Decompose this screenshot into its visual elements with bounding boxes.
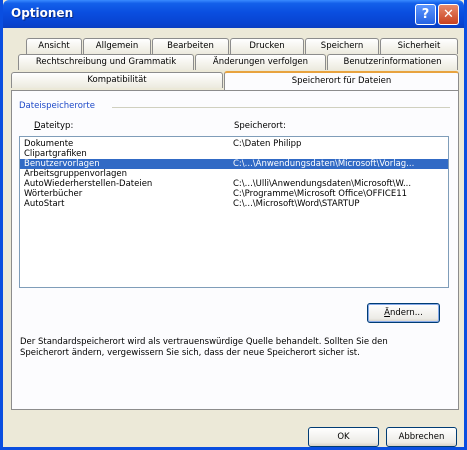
trust-hint-text: Der Standardspeicherort wird als vertrau… — [20, 337, 388, 358]
tab-bearbeiten[interactable]: Bearbeiten — [152, 38, 229, 54]
title-bar[interactable]: Optionen ? ✕ — [3, 0, 464, 28]
tab-speichern[interactable]: Speichern — [305, 38, 379, 54]
column-header-location: Speicherort: — [234, 121, 286, 131]
item-type: AutoWiederherstellen-Dateien — [24, 179, 153, 189]
column-header-type: Dateityp: — [34, 121, 74, 131]
item-type: Benutzervorlagen — [24, 159, 100, 169]
ok-button[interactable]: OK — [308, 427, 379, 447]
group-label: Dateispeicherorte — [19, 101, 95, 111]
tab-kompatibilitaet[interactable]: Kompatibilität — [11, 72, 223, 88]
tab-benutzerinformationen[interactable]: Benutzerinformationen — [327, 54, 458, 70]
list-item[interactable]: Dokumente C:\Daten Philipp — [20, 139, 448, 149]
file-locations-list[interactable]: Dokumente C:\Daten Philipp Clipartgrafik… — [19, 136, 449, 288]
item-type: Dokumente — [24, 139, 74, 149]
window-title: Optionen — [11, 6, 74, 20]
tab-panel: Dateispeicherorte Dateityp: Speicherort:… — [11, 90, 459, 410]
item-location: C:\Daten Philipp — [233, 139, 302, 149]
list-item[interactable]: Arbeitsgruppenvorlagen — [20, 169, 448, 179]
list-item[interactable]: Wörterbücher C:\Programme\Microsoft Offi… — [20, 189, 448, 199]
list-item[interactable]: AutoStart C:\...\Microsoft\Word\STARTUP — [20, 199, 448, 209]
cancel-button[interactable]: Abbrechen — [386, 427, 457, 447]
item-type: AutoStart — [24, 199, 65, 209]
change-button-label: ndern... — [389, 308, 423, 318]
tab-allgemein[interactable]: Allgemein — [83, 38, 151, 54]
tab-rechtschreibung[interactable]: Rechtschreibung und Grammatik — [18, 54, 194, 70]
item-type: Arbeitsgruppenvorlagen — [24, 169, 128, 179]
item-type: Wörterbücher — [24, 189, 83, 199]
tab-aenderungen-verfolgen[interactable]: Änderungen verfolgen — [195, 54, 326, 70]
change-button[interactable]: Ändern... — [367, 303, 440, 323]
tab-drucken[interactable]: Drucken — [230, 38, 304, 54]
tab-ansicht[interactable]: Ansicht — [26, 38, 82, 54]
tab-speicherort-fuer-dateien[interactable]: Speicherort für Dateien — [224, 71, 459, 91]
tab-sicherheit[interactable]: Sicherheit — [380, 38, 458, 54]
item-location: C:\...\Microsoft\Word\STARTUP — [233, 199, 360, 209]
list-item[interactable]: Clipartgrafiken — [20, 149, 448, 159]
options-dialog: Optionen ? ✕ Ansicht Allgemein Bearbeite… — [0, 0, 467, 450]
item-type: Clipartgrafiken — [24, 149, 87, 159]
list-item[interactable]: AutoWiederherstellen-Dateien C:\...\Ulli… — [20, 179, 448, 189]
item-location: C:\...\Ulli\Anwendungsdaten\Microsoft\W.… — [233, 179, 412, 189]
group-divider — [112, 107, 450, 108]
item-location: C:\...\Anwendungsdaten\Microsoft\Vorlag.… — [233, 159, 415, 169]
item-location: C:\Programme\Microsoft Office\OFFICE11 — [233, 189, 408, 199]
close-button[interactable]: ✕ — [438, 4, 459, 25]
help-button[interactable]: ? — [415, 4, 436, 25]
list-item-selected[interactable]: Benutzervorlagen C:\...\Anwendungsdaten\… — [20, 159, 448, 169]
